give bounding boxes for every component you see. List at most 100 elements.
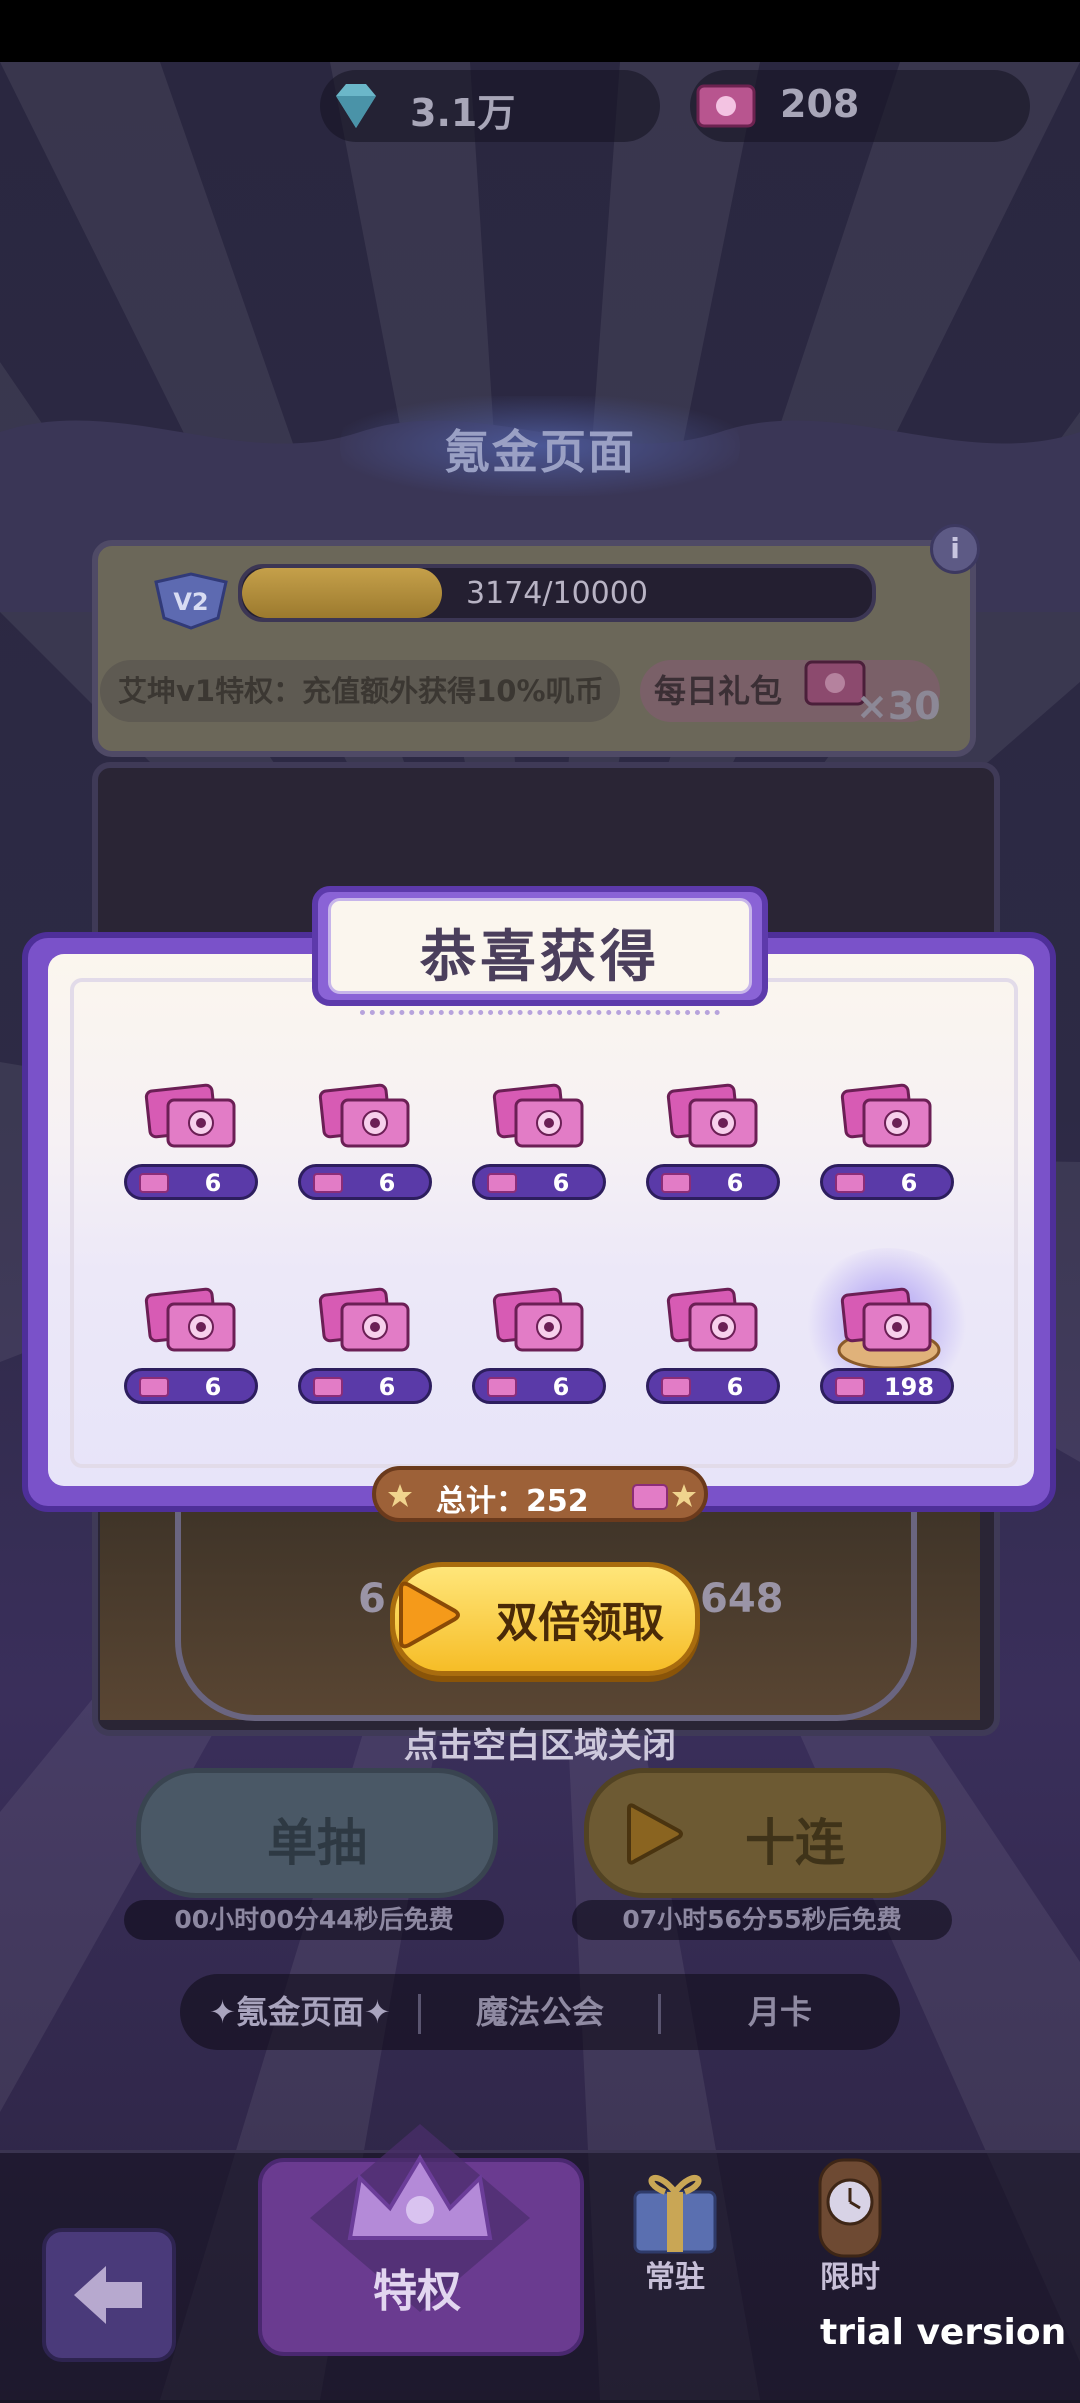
page-tabs: ✦氪金页面✦ 魔法公会 月卡 xyxy=(180,1974,900,2050)
ticket-currency[interactable]: 208 xyxy=(690,70,1030,142)
ticket-icon xyxy=(696,84,756,128)
ticket-stack-icon xyxy=(666,1287,758,1352)
double-claim-label: 双倍领取 xyxy=(495,1598,664,1647)
ticket-icon xyxy=(661,1173,691,1193)
ticket-icon xyxy=(487,1377,517,1397)
reward-count: 6 xyxy=(552,1373,570,1401)
nav-limited-label: 限时 xyxy=(820,2260,880,2295)
vip-panel: V2 3174/10000 xyxy=(92,540,976,757)
ticket-count: 208 xyxy=(780,82,860,126)
reward-count-pill: 6 xyxy=(298,1164,432,1200)
tab-monthly-card[interactable]: 月卡 xyxy=(660,1974,900,2050)
vip-progress-bar: 3174/10000 xyxy=(238,564,876,622)
total-text: 总计：252 xyxy=(436,1484,589,1519)
single-draw-label: 单抽 xyxy=(267,1814,367,1872)
reward-item: 6 xyxy=(298,1284,438,1424)
gem-currency[interactable]: 3.1万 xyxy=(320,70,660,142)
reward-count-pill: 6 xyxy=(298,1368,432,1404)
ticket-icon xyxy=(139,1173,169,1193)
ticket-stack-icon xyxy=(318,1287,410,1352)
ticket-stack-icon xyxy=(492,1287,584,1352)
single-draw-button[interactable]: 单抽 xyxy=(136,1768,498,1898)
title-divider xyxy=(360,1010,720,1015)
single-draw-timer: 00小时00分44秒后免费 xyxy=(124,1900,504,1940)
reward-count: 6 xyxy=(378,1169,396,1197)
gift-box-icon xyxy=(633,2174,717,2254)
reward-item: 6 xyxy=(646,1284,786,1424)
nav-privilege-label: 特权 xyxy=(373,2266,461,2317)
gem-count: 3.1万 xyxy=(410,91,516,135)
tab-krypton-page[interactable]: ✦氪金页面✦ xyxy=(180,1974,420,2050)
daily-gift-count: ×30 xyxy=(856,684,941,728)
double-claim-button[interactable]: 双倍领取 xyxy=(390,1562,700,1676)
ten-draw-label: 十连 xyxy=(745,1814,845,1872)
reward-count-pill: 6 xyxy=(472,1368,606,1404)
reward-count: 6 xyxy=(552,1169,570,1197)
ticket-icon xyxy=(487,1173,517,1193)
back-arrow-icon xyxy=(74,2266,142,2324)
clock-icon xyxy=(818,2158,882,2258)
ticket-stack-icon xyxy=(840,1083,932,1148)
banner-count-right: 648 xyxy=(700,1576,784,1622)
reward-item: 6 xyxy=(124,1080,264,1220)
banner-count-left: 6 xyxy=(358,1576,386,1622)
vip-level-badge: V2 xyxy=(154,572,228,630)
ten-draw-button[interactable]: 十连 xyxy=(584,1768,946,1898)
back-button[interactable] xyxy=(42,2228,176,2362)
star-icon xyxy=(672,1484,696,1507)
reward-count: 6 xyxy=(726,1169,744,1197)
reward-count-pill: 6 xyxy=(646,1164,780,1200)
close-hint: 点击空白区域关闭 xyxy=(404,1726,676,1766)
ticket-icon xyxy=(313,1173,343,1193)
play-ad-icon xyxy=(399,1581,460,1649)
total-ticket-icon xyxy=(632,1484,668,1510)
daily-gift-label: 每日礼包 xyxy=(654,672,783,710)
reward-count: 6 xyxy=(900,1169,918,1197)
nav-limited[interactable]: 限时 xyxy=(780,2152,920,2322)
reward-count: 198 xyxy=(883,1373,935,1401)
reward-item: 6 xyxy=(646,1080,786,1220)
ticket-stack-icon xyxy=(144,1287,236,1352)
ticket-icon xyxy=(835,1377,865,1397)
modal-title: 恭喜获得 xyxy=(420,925,660,990)
ticket-stack-icon xyxy=(666,1083,758,1148)
ticket-stack-icon xyxy=(492,1083,584,1148)
vip-progress-text: 3174/10000 xyxy=(466,576,648,611)
ticket-icon xyxy=(139,1377,169,1397)
ticket-icon xyxy=(835,1173,865,1193)
diamond-icon xyxy=(336,84,376,128)
status-bar xyxy=(0,0,1080,62)
ticket-pile-icon xyxy=(837,1287,941,1370)
reward-count: 6 xyxy=(204,1169,222,1197)
ticket-icon xyxy=(661,1377,691,1397)
ticket-stack-icon xyxy=(144,1083,236,1148)
reward-count-pill: 6 xyxy=(124,1368,258,1404)
reward-item: 198 xyxy=(802,1248,972,1424)
total-pill: 总计：252 xyxy=(372,1466,708,1522)
nav-regular[interactable]: 常驻 xyxy=(605,2152,745,2322)
reward-count-pill: 6 xyxy=(646,1368,780,1404)
nav-regular-label: 常驻 xyxy=(645,2260,705,2295)
trial-watermark: trial version xyxy=(820,2312,1067,2353)
info-button[interactable]: i xyxy=(930,524,980,574)
reward-item: 6 xyxy=(298,1080,438,1220)
reward-count: 6 xyxy=(204,1373,222,1401)
reward-count-pill: 6 xyxy=(472,1164,606,1200)
reward-item: 6 xyxy=(820,1080,960,1220)
reward-item: 6 xyxy=(472,1284,612,1424)
reward-count-pill: 6 xyxy=(124,1164,258,1200)
reward-count-pill: 6 xyxy=(820,1164,954,1200)
page-title: 氪金页面 xyxy=(444,425,636,479)
ten-draw-timer: 07小时56分55秒后免费 xyxy=(572,1900,952,1940)
page-title-banner: 氪金页面 xyxy=(340,396,740,496)
reward-count-pill: 198 xyxy=(820,1368,954,1404)
ticket-stack-icon xyxy=(318,1083,410,1148)
star-icon xyxy=(388,1484,412,1507)
reward-item: 6 xyxy=(124,1284,264,1424)
reward-count: 6 xyxy=(726,1373,744,1401)
reward-item: 6 xyxy=(472,1080,612,1220)
ticket-icon xyxy=(313,1377,343,1397)
vip-level-text: V2 xyxy=(173,588,208,616)
vip-privilege-text: 艾坤v1特权：充值额外获得10%叽币 xyxy=(100,660,620,722)
tab-magic-guild[interactable]: 魔法公会 xyxy=(420,1974,660,2050)
